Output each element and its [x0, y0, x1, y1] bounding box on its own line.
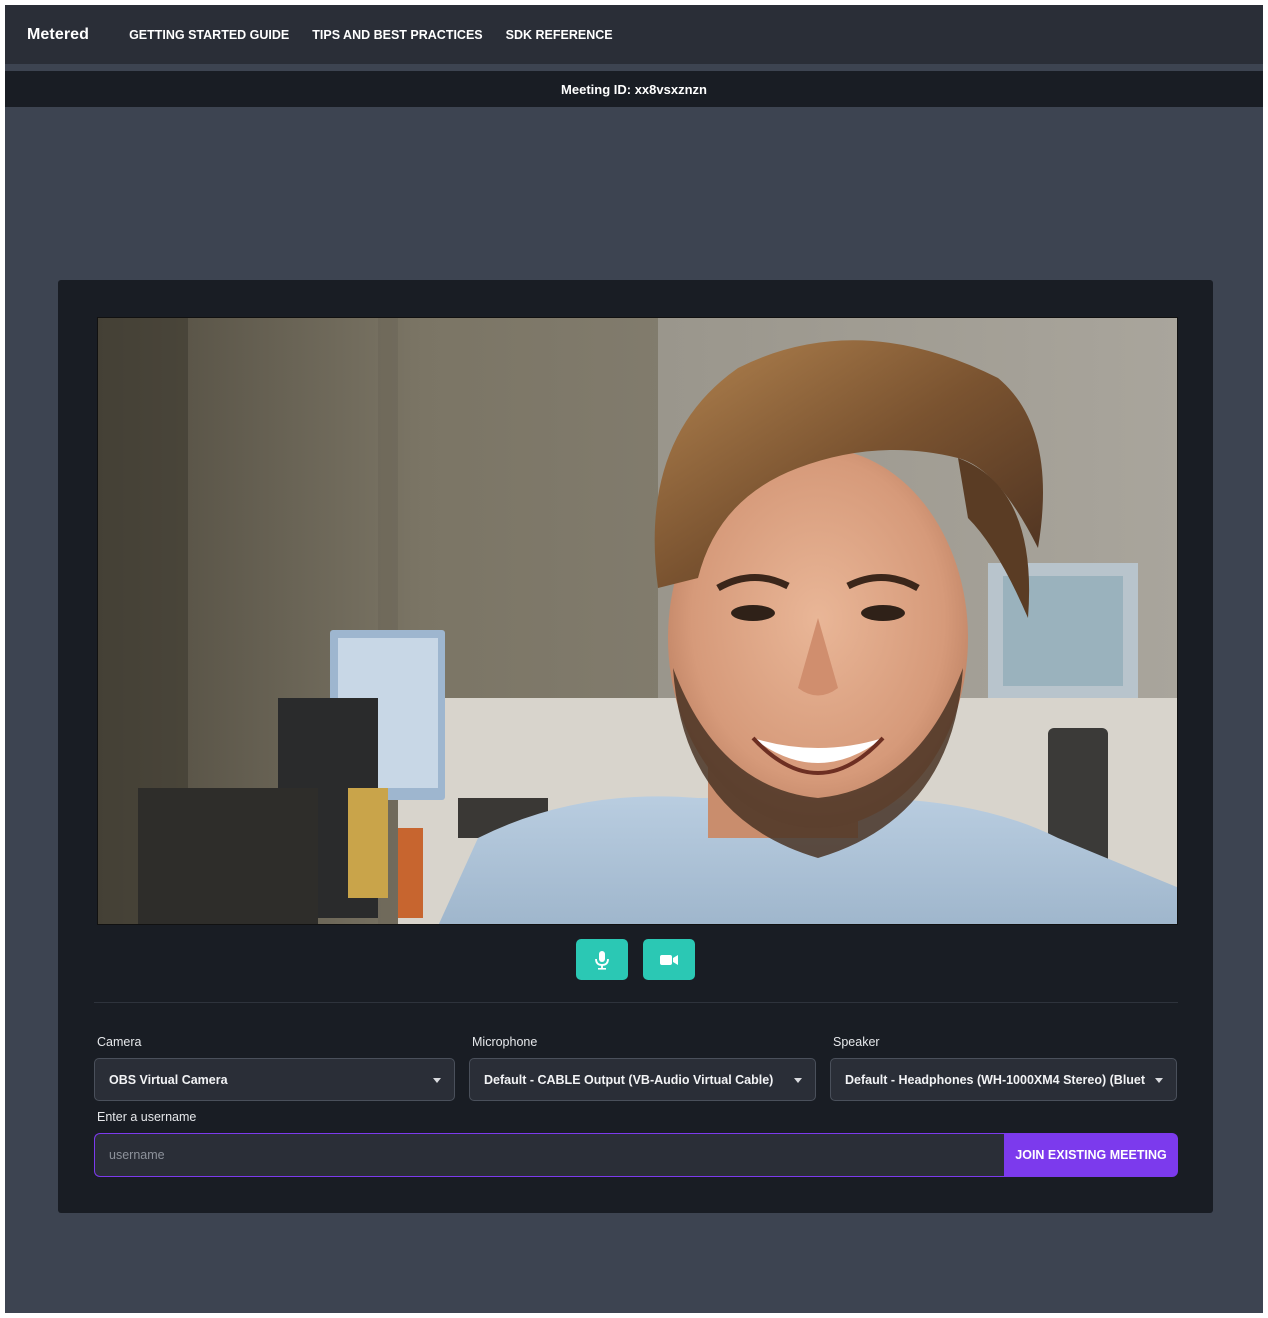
join-form: JOIN EXISTING MEETING — [94, 1133, 1178, 1177]
chevron-down-icon — [794, 1078, 802, 1083]
username-label: Enter a username — [97, 1110, 197, 1124]
video-preview-image — [98, 318, 1177, 924]
chevron-down-icon — [433, 1078, 441, 1083]
speaker-select[interactable]: Default - Headphones (WH-1000XM4 Stereo)… — [830, 1058, 1177, 1101]
brand-logo[interactable]: Metered — [27, 26, 89, 44]
microphone-select[interactable]: Default - CABLE Output (VB-Audio Virtual… — [469, 1058, 816, 1101]
toggle-microphone-button[interactable] — [576, 939, 628, 980]
join-meeting-card: Camera Microphone Speaker OBS Virtual Ca… — [58, 280, 1213, 1213]
camera-select-value: OBS Virtual Camera — [109, 1072, 228, 1087]
speaker-select-value: Default - Headphones (WH-1000XM4 Stereo)… — [845, 1072, 1146, 1087]
microphone-select-value: Default - CABLE Output (VB-Audio Virtual… — [484, 1072, 774, 1087]
microphone-label: Microphone — [472, 1035, 538, 1049]
join-existing-meeting-button[interactable]: JOIN EXISTING MEETING — [1004, 1133, 1178, 1177]
app-window: Metered GETTING STARTED GUIDE TIPS AND B… — [5, 5, 1263, 1313]
video-camera-icon — [660, 954, 678, 965]
meeting-id-bar: Meeting ID: xx8vsxznzn — [5, 71, 1263, 107]
microphone-icon — [595, 950, 609, 970]
nav-link-getting-started[interactable]: GETTING STARTED GUIDE — [129, 28, 289, 42]
meeting-id-text: Meeting ID: xx8vsxznzn — [561, 81, 707, 97]
section-divider — [94, 1002, 1178, 1003]
toggle-camera-button[interactable] — [643, 939, 695, 980]
nav-link-sdk-reference[interactable]: SDK REFERENCE — [506, 28, 613, 42]
chevron-down-icon — [1155, 1078, 1163, 1083]
video-preview — [97, 317, 1178, 925]
media-controls — [58, 939, 1213, 980]
top-navigation: Metered GETTING STARTED GUIDE TIPS AND B… — [5, 5, 1263, 64]
username-input[interactable] — [94, 1133, 1004, 1177]
camera-label: Camera — [97, 1035, 142, 1049]
speaker-label: Speaker — [833, 1035, 880, 1049]
nav-link-tips[interactable]: TIPS AND BEST PRACTICES — [312, 28, 482, 42]
camera-select[interactable]: OBS Virtual Camera — [94, 1058, 455, 1101]
